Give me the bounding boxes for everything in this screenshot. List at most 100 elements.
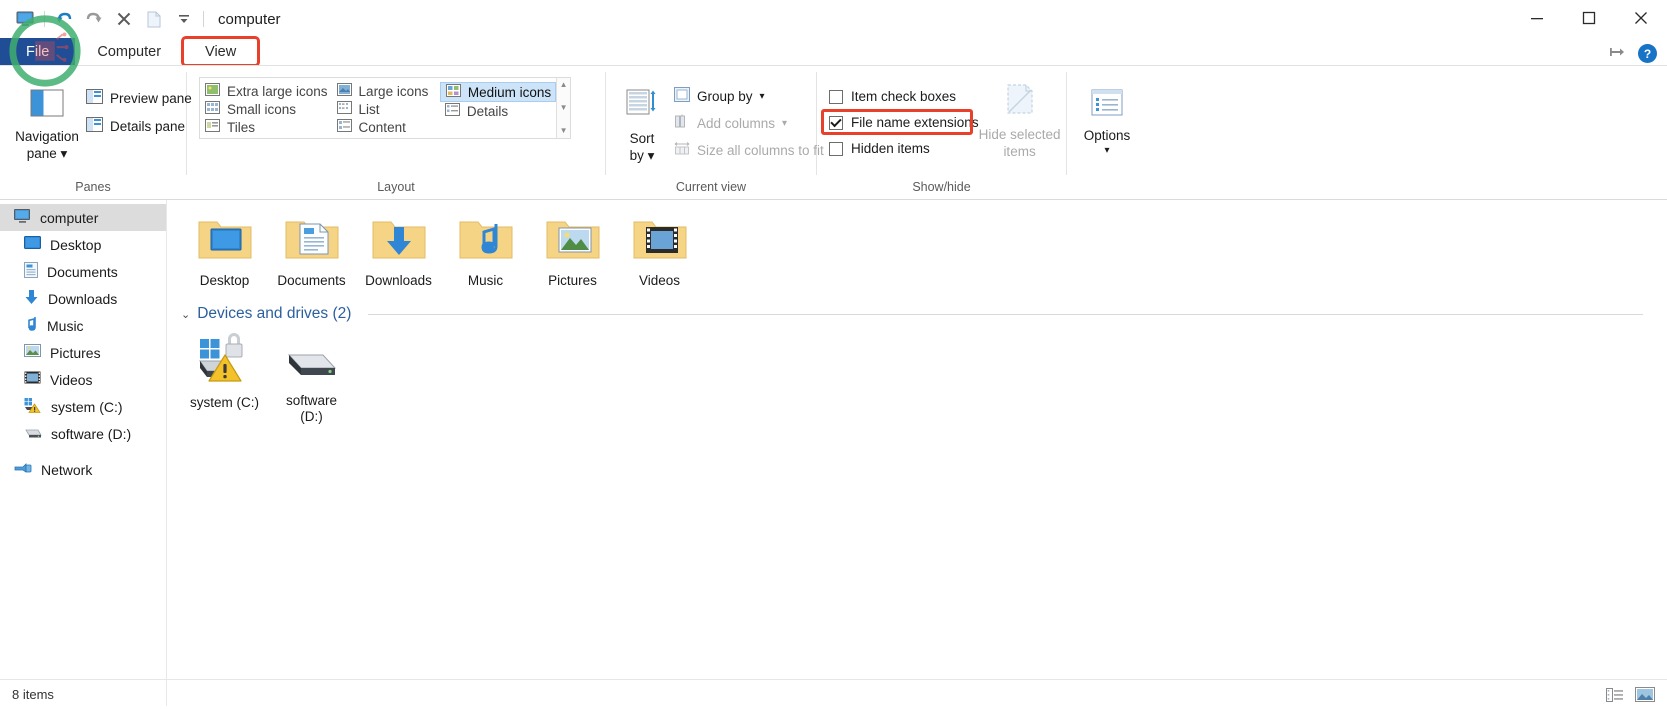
large-icons-icon — [336, 83, 352, 99]
details-pane-label: Details pane — [110, 118, 186, 134]
file-item-system-c-label: system (C:) — [190, 394, 259, 410]
file-name-extensions-row[interactable]: File name extensions — [821, 109, 979, 135]
sidebar-item-documents[interactable]: Documents — [0, 258, 166, 285]
sidebar-item-system-c[interactable]: system (C:) — [0, 393, 166, 420]
customize-dropdown-icon[interactable] — [169, 4, 199, 34]
group-by-button[interactable]: Group by ▾ — [674, 87, 824, 105]
sidebar-item-music-label: Music — [47, 317, 84, 334]
layout-option-small-icons[interactable]: Small icons — [200, 100, 332, 118]
file-item-downloads-label: Downloads — [365, 273, 432, 289]
pictures-folder-icon — [545, 216, 601, 266]
add-columns-chevron-down-icon[interactable]: ▾ — [782, 118, 787, 129]
devices-and-drives-label: Devices and drives (2) — [197, 305, 352, 323]
list-icon — [336, 101, 352, 117]
tiles-label: Tiles — [227, 119, 256, 135]
ribbon-right-controls: ? — [1609, 44, 1657, 63]
item-check-boxes-label: Item check boxes — [851, 89, 957, 104]
scroll-down-icon[interactable]: ▼ — [560, 104, 568, 112]
layout-option-details[interactable]: Details — [440, 102, 556, 120]
layout-option-content[interactable]: Content — [332, 118, 440, 136]
options-chevron-down-icon[interactable]: ▾ — [1104, 145, 1109, 158]
details-view-button[interactable] — [1605, 686, 1625, 704]
tab-computer[interactable]: Computer — [75, 38, 183, 65]
tab-file[interactable]: File — [0, 38, 76, 65]
documents-folder-icon — [284, 216, 340, 266]
group-by-icon — [674, 87, 690, 105]
hidden-items-checkbox[interactable] — [829, 141, 843, 156]
system-drive-locked-icon — [194, 333, 256, 387]
scroll-up-icon[interactable]: ▲ — [560, 81, 568, 89]
file-item-desktop-label: Desktop — [199, 273, 250, 289]
options-button[interactable]: Options ▾ — [1067, 73, 1147, 157]
sidebar-item-videos[interactable]: Videos — [0, 366, 166, 393]
item-check-boxes-row[interactable]: Item check boxes — [829, 89, 979, 104]
sort-by-button[interactable]: Sort by ▾ — [614, 73, 670, 165]
medium-icons-label: Medium icons — [467, 84, 552, 100]
add-columns-icon — [674, 114, 690, 132]
sidebar-item-computer[interactable]: computer — [0, 204, 166, 231]
options-icon — [1091, 89, 1123, 121]
layout-option-extra-large-icons[interactable]: Extra large icons — [200, 82, 332, 100]
add-columns-button[interactable]: Add columns ▾ — [674, 114, 824, 132]
file-item-pictures[interactable]: Pictures — [529, 212, 616, 289]
sidebar-item-pictures[interactable]: Pictures — [0, 339, 166, 366]
layout-group-label: Layout — [377, 180, 415, 194]
size-all-columns-button[interactable]: Size all columns to fit — [674, 141, 824, 159]
layout-option-tiles[interactable]: Tiles — [200, 118, 332, 136]
file-item-downloads[interactable]: Downloads — [355, 212, 442, 289]
layout-option-list[interactable]: List — [332, 100, 440, 118]
drives-row: system (C:) software (D:) — [181, 329, 1667, 425]
computer-icon[interactable] — [10, 4, 40, 34]
devices-and-drives-header[interactable]: ⌄ Devices and drives (2) — [181, 305, 1667, 323]
minimize-button[interactable] — [1511, 0, 1563, 36]
file-item-videos-label: Videos — [638, 273, 681, 289]
properties-icon[interactable] — [139, 4, 169, 34]
layout-option-medium-icons[interactable]: Medium icons — [439, 82, 557, 102]
file-name-extensions-checkbox[interactable] — [829, 115, 843, 130]
quick-access-toolbar — [10, 4, 208, 34]
details-pane-icon — [86, 117, 103, 135]
sidebar-item-software-d[interactable]: software (D:) — [0, 420, 166, 447]
file-item-documents[interactable]: Documents — [268, 212, 355, 289]
delete-icon[interactable] — [109, 4, 139, 34]
file-item-software-d[interactable]: software (D:) — [268, 329, 355, 425]
redo-icon[interactable] — [79, 4, 109, 34]
undo-icon[interactable] — [49, 4, 79, 34]
tab-view[interactable]: View — [181, 36, 261, 67]
file-item-music[interactable]: Music — [442, 212, 529, 289]
file-list-pane[interactable]: Desktop Documents Downloads Music Pictur… — [167, 200, 1667, 706]
scroll-more-icon[interactable]: ▼ — [560, 127, 568, 135]
sidebar-item-network[interactable]: Network — [0, 456, 166, 483]
file-item-desktop[interactable]: Desktop — [181, 212, 268, 289]
preview-pane-button[interactable]: Preview pane — [86, 89, 192, 107]
sidebar-item-documents-label: Documents — [47, 263, 118, 280]
group-by-label: Group by — [697, 88, 753, 104]
sidebar-item-music[interactable]: Music — [0, 312, 166, 339]
navigation-pane-button[interactable]: Navigation pane ▾ — [8, 73, 86, 163]
maximize-button[interactable] — [1563, 0, 1615, 36]
large-icons-view-button[interactable] — [1635, 686, 1655, 704]
sidebar-item-desktop[interactable]: Desktop — [0, 231, 166, 258]
sidebar-item-downloads[interactable]: Downloads — [0, 285, 166, 312]
collapse-ribbon-icon[interactable] — [1609, 46, 1626, 62]
navigation-pane-label-2: pane ▾ — [26, 145, 68, 161]
layout-gallery-scrollbar[interactable]: ▲ ▼ ▼ — [556, 78, 570, 138]
options-group-label — [1067, 180, 1147, 199]
help-icon[interactable]: ? — [1638, 44, 1657, 63]
file-item-software-d-label-1: software — [285, 392, 338, 408]
hide-selected-items-button[interactable]: Hide selected items — [979, 73, 1061, 161]
ribbon-group-options: Options ▾ — [1067, 66, 1147, 199]
file-item-videos[interactable]: Videos — [616, 212, 703, 289]
chevron-down-icon[interactable]: ⌄ — [181, 308, 190, 321]
layout-gallery[interactable]: Extra large icons Small icons Tiles Larg… — [199, 77, 571, 139]
file-item-system-c[interactable]: system (C:) — [181, 329, 268, 425]
drive-icon — [24, 426, 42, 442]
details-pane-button[interactable]: Details pane — [86, 117, 192, 135]
view-toggle-buttons — [1605, 686, 1655, 704]
system-drive-icon — [24, 397, 42, 416]
item-check-boxes-checkbox[interactable] — [829, 89, 843, 104]
hidden-items-row[interactable]: Hidden items — [829, 141, 979, 156]
close-button[interactable] — [1615, 0, 1667, 36]
group-by-chevron-down-icon[interactable]: ▾ — [760, 91, 765, 102]
layout-option-large-icons[interactable]: Large icons — [332, 82, 440, 100]
